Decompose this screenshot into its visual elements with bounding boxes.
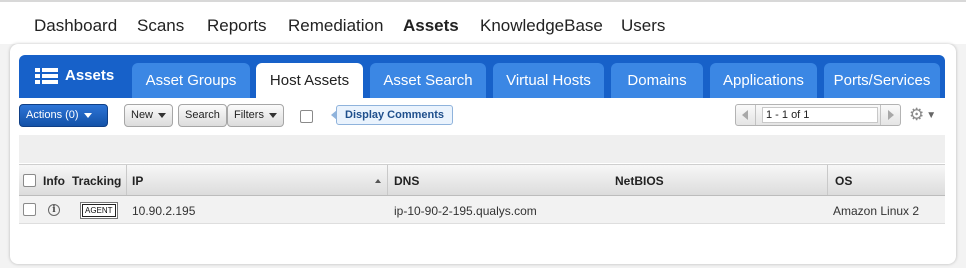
tab-asset-groups[interactable]: Asset Groups: [132, 63, 250, 98]
row-ip: 10.90.2.195: [132, 204, 196, 218]
toolbar: Actions (0) New Search Filters Display C…: [19, 103, 945, 133]
new-button-label: New: [131, 109, 154, 121]
tab-asset-search[interactable]: Asset Search: [370, 63, 486, 98]
info-icon[interactable]: i: [48, 204, 60, 216]
row-checkbox[interactable]: [23, 203, 36, 216]
nav-users[interactable]: Users: [621, 16, 665, 36]
tab-host-assets[interactable]: Host Assets: [256, 63, 363, 98]
gear-icon: ⚙: [909, 105, 925, 124]
grid-list-icon: [35, 67, 58, 84]
nav-scans[interactable]: Scans: [137, 16, 184, 36]
column-divider: [827, 165, 828, 195]
filter-summary-band: [19, 135, 945, 163]
table-header: Info Tracking IP DNS NetBIOS OS: [19, 164, 945, 196]
tab-ports-services[interactable]: Ports/Services: [824, 63, 940, 98]
arrow-right-icon: [888, 110, 894, 120]
column-divider: [387, 165, 388, 195]
chevron-down-icon: [83, 112, 92, 118]
display-comments-tag[interactable]: Display Comments: [330, 105, 454, 125]
nav-assets[interactable]: Assets: [403, 16, 459, 36]
previous-page-button[interactable]: [736, 105, 756, 125]
module-tab-bar: Assets Asset Groups Host Assets Asset Se…: [19, 55, 945, 98]
pagination: 1 - 1 of 1: [735, 104, 901, 126]
chevron-down-icon: [268, 112, 277, 118]
chevron-down-icon: ▼: [926, 109, 937, 121]
search-button[interactable]: Search: [178, 104, 227, 127]
filters-button[interactable]: Filters: [227, 104, 284, 127]
actions-button-label: Actions (0): [26, 109, 79, 121]
column-header-os[interactable]: OS: [835, 174, 852, 188]
module-title: Assets: [35, 67, 114, 84]
page-range: 1 - 1 of 1: [762, 107, 878, 123]
tab-applications[interactable]: Applications: [710, 63, 817, 98]
tab-virtual-hosts[interactable]: Virtual Hosts: [493, 63, 604, 98]
actions-button[interactable]: Actions (0): [19, 104, 108, 127]
assets-panel: Assets Asset Groups Host Assets Asset Se…: [10, 44, 956, 264]
table-row[interactable]: i AGENT 10.90.2.195 ip-10-90-2-195.qualy…: [19, 196, 945, 224]
chevron-down-icon: [158, 112, 167, 118]
nav-knowledgebase[interactable]: KnowledgeBase: [480, 16, 603, 36]
module-title-label: Assets: [65, 67, 115, 84]
nav-dashboard[interactable]: Dashboard: [34, 16, 117, 36]
next-page-button[interactable]: [880, 105, 900, 125]
display-comments-checkbox[interactable]: [300, 110, 313, 123]
sort-ascending-icon: [375, 179, 381, 183]
filters-button-label: Filters: [234, 109, 264, 121]
row-os: Amazon Linux 2: [833, 204, 920, 218]
top-navigation: Dashboard Scans Reports Remediation Asse…: [0, 0, 966, 44]
select-all-checkbox[interactable]: [23, 174, 36, 187]
column-header-tracking[interactable]: Tracking: [72, 174, 121, 188]
nav-reports[interactable]: Reports: [207, 16, 267, 36]
column-divider: [126, 165, 127, 195]
search-button-label: Search: [185, 109, 220, 121]
agent-tracking-badge: AGENT: [81, 203, 117, 218]
tab-domains[interactable]: Domains: [611, 63, 703, 98]
settings-button[interactable]: ⚙ ▼: [909, 105, 943, 125]
column-header-info[interactable]: Info: [43, 174, 65, 188]
nav-remediation[interactable]: Remediation: [288, 16, 383, 36]
row-dns: ip-10-90-2-195.qualys.com: [394, 204, 537, 218]
arrow-left-icon: [742, 110, 748, 120]
column-header-ip[interactable]: IP: [132, 174, 143, 188]
column-header-netbios[interactable]: NetBIOS: [615, 174, 664, 188]
column-header-dns[interactable]: DNS: [394, 174, 419, 188]
new-button[interactable]: New: [124, 104, 174, 127]
